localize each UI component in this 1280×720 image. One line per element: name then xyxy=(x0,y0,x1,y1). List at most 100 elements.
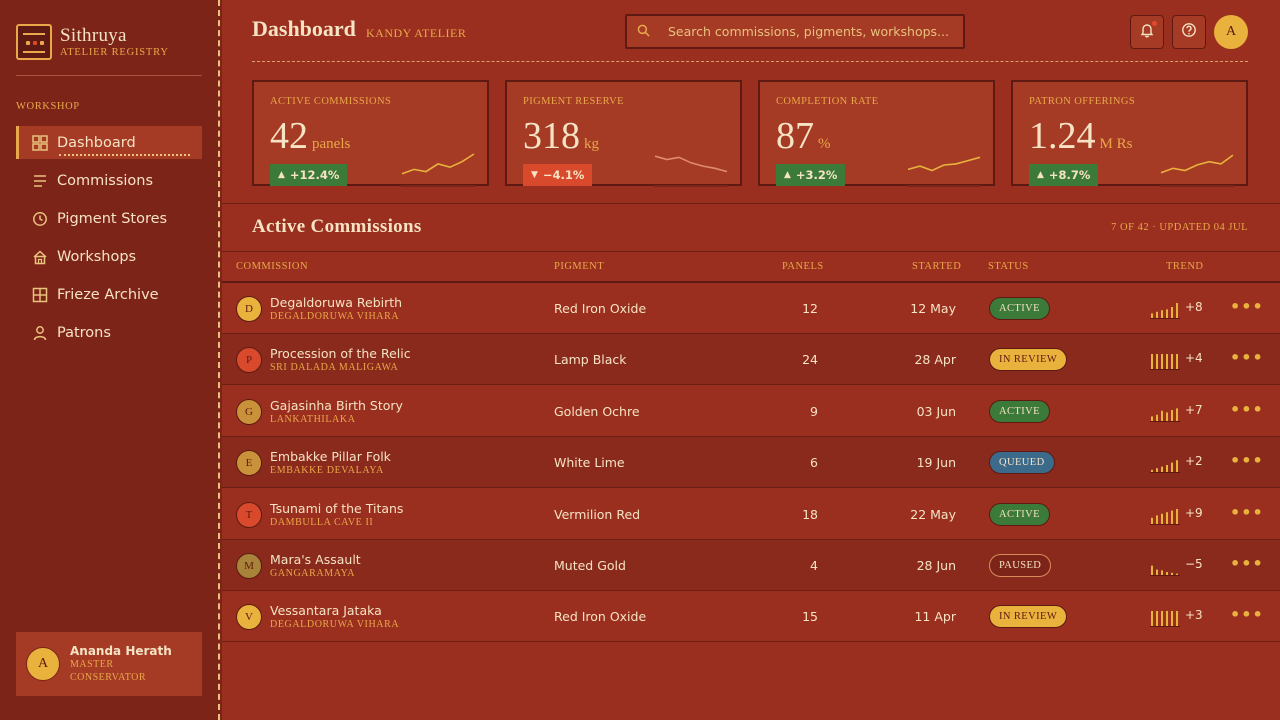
pigment-cell: Vermilion Red xyxy=(554,506,641,522)
avatar: T xyxy=(236,501,262,528)
sidebar-item-pigment-stores[interactable]: Pigment Stores xyxy=(16,202,202,235)
grid-icon xyxy=(32,134,48,151)
status-badge: ACTIVE xyxy=(989,502,1050,526)
avatar: D xyxy=(236,296,262,322)
stat-card-active-commissions[interactable]: ACTIVE COMMISSIONS 42 panels ▲ +12.4% xyxy=(252,80,489,187)
search-input[interactable]: Search commissions, pigments, workshops.… xyxy=(668,24,949,39)
commission-name[interactable]: Embakke Pillar Folk xyxy=(270,449,391,464)
clock-icon xyxy=(32,211,48,227)
trend-bar xyxy=(1176,303,1178,319)
trend-value: +8 xyxy=(1185,300,1203,314)
trend-bar xyxy=(1176,460,1178,474)
column-header-trend[interactable]: TREND xyxy=(1166,261,1204,272)
sparkline-path xyxy=(1160,154,1234,174)
trend-bar xyxy=(1176,354,1178,371)
header-divider xyxy=(252,61,1248,62)
list-icon xyxy=(32,173,48,189)
trend-bar xyxy=(1171,611,1173,628)
trend-bars xyxy=(1150,460,1180,474)
sidebar-item-frieze-archive[interactable]: Frieze Archive xyxy=(16,278,202,311)
more-options-icon[interactable]: ••• xyxy=(1230,605,1264,624)
more-options-icon[interactable]: ••• xyxy=(1230,554,1264,573)
avatar: E xyxy=(236,450,262,477)
trend-bar xyxy=(1151,565,1153,576)
commission-name[interactable]: Degaldoruwa Rebirth xyxy=(270,295,402,310)
avatar: G xyxy=(236,398,262,425)
brand[interactable]: Sithruya ATELIER REGISTRY xyxy=(16,24,169,60)
trend-bar xyxy=(1161,513,1163,525)
table-row[interactable]: M Mara's Assault GANGARAMAYA Muted Gold 4 28 … xyxy=(222,540,1280,591)
trend-bar xyxy=(1161,310,1163,319)
more-options-icon[interactable]: ••• xyxy=(1230,297,1264,316)
sidebar-item-commissions[interactable]: Commissions xyxy=(16,164,202,197)
stat-unit: M Rs xyxy=(1099,136,1133,152)
trend-bar xyxy=(1166,309,1168,319)
trend-value: −5 xyxy=(1185,557,1203,571)
table-row[interactable]: P Procession of the Relic SRI DALADA MALIG… xyxy=(222,334,1280,386)
trend-bar xyxy=(1171,462,1173,474)
stat-card-patron-offerings[interactable]: PATRON OFFERINGS 1.24 M Rs ▲ +8.7% xyxy=(1011,80,1248,187)
brand-divider xyxy=(16,75,202,76)
trend-bar xyxy=(1156,514,1158,525)
column-header-status[interactable]: STATUS xyxy=(988,261,1029,272)
trend-bar xyxy=(1161,611,1163,628)
section-title: Active Commissions xyxy=(252,216,422,237)
column-header-panels[interactable]: PANELS xyxy=(782,261,824,272)
table-row[interactable]: E Embakke Pillar Folk EMBAKKE DEVALAYA Whit… xyxy=(222,437,1280,489)
sparkline-path xyxy=(654,155,728,173)
panels-cell: 18 xyxy=(802,506,818,522)
trend-bar xyxy=(1151,354,1153,371)
user-name: Ananda Herath xyxy=(70,644,172,658)
commission-name[interactable]: Procession of the Relic xyxy=(270,346,411,361)
trend-bar xyxy=(1166,354,1168,371)
table-row[interactable]: D Degaldoruwa Rebirth DEGALDORUWA VIHARA Re… xyxy=(222,283,1280,334)
trend-bars xyxy=(1150,565,1180,576)
trend-bar xyxy=(1166,511,1168,525)
commission-site: DEGALDORUWA VIHARA xyxy=(270,311,400,322)
commission-name[interactable]: Gajasinha Birth Story xyxy=(270,398,403,413)
trend-bar xyxy=(1156,611,1158,628)
started-cell: 12 May xyxy=(910,301,956,316)
table-row[interactable]: G Gajasinha Birth Story LANKATHILAKA Golden… xyxy=(222,386,1280,437)
column-header-commission[interactable]: COMMISSION xyxy=(236,261,308,272)
commission-name[interactable]: Tsunami of the Titans xyxy=(270,501,403,516)
arrow-up-icon: ▲ xyxy=(278,170,285,180)
panels-cell: 4 xyxy=(810,558,818,573)
stat-card-pigment-reserve[interactable]: PIGMENT RESERVE 318 kg ▼ −4.1% xyxy=(505,80,742,187)
column-header-started[interactable]: STARTED xyxy=(912,261,961,272)
help-button[interactable] xyxy=(1172,15,1206,49)
commission-site: DAMBULLA CAVE II xyxy=(270,516,374,528)
more-options-icon[interactable]: ••• xyxy=(1230,451,1264,470)
arrow-up-icon: ▲ xyxy=(784,170,791,180)
trend-value: +2 xyxy=(1185,454,1203,469)
status-badge: IN REVIEW xyxy=(989,348,1068,372)
stat-value: 42 panels xyxy=(270,115,351,157)
commission-name[interactable]: Mara's Assault xyxy=(270,552,361,567)
arrow-up-icon: ▲ xyxy=(1037,170,1044,180)
status-badge: QUEUED xyxy=(989,451,1055,475)
notifications-button[interactable] xyxy=(1130,15,1164,49)
table-row[interactable]: T Tsunami of the Titans DAMBULLA CAVE II Ve… xyxy=(222,489,1280,540)
search-box[interactable]: Search commissions, pigments, workshops.… xyxy=(625,14,965,49)
more-options-icon[interactable]: ••• xyxy=(1230,348,1264,367)
sparkline xyxy=(1160,154,1234,187)
stat-unit: panels xyxy=(312,136,351,152)
column-header-pigment[interactable]: PIGMENT xyxy=(554,261,604,272)
sidebar-item-dashboard[interactable]: Dashboard xyxy=(16,126,202,159)
more-options-icon[interactable]: ••• xyxy=(1230,400,1264,419)
section-meta: 7 OF 42 · UPDATED 04 JUL xyxy=(1111,222,1248,233)
stat-unit: kg xyxy=(584,136,599,152)
started-cell: 28 Jun xyxy=(916,558,956,573)
more-options-icon[interactable]: ••• xyxy=(1230,503,1264,522)
stat-card-completion-rate[interactable]: COMPLETION RATE 87% ▲ +3.2% xyxy=(758,80,995,187)
avatar[interactable]: A xyxy=(1214,15,1248,49)
avatar: V xyxy=(236,604,262,631)
delta-badge: ▼ −4.1% xyxy=(523,164,593,186)
commission-name[interactable]: Vessantara Jataka xyxy=(270,603,382,618)
trend-bar xyxy=(1171,510,1173,525)
sidebar-item-patrons[interactable]: Patrons xyxy=(16,316,202,349)
trend-bar xyxy=(1176,508,1178,525)
table-row[interactable]: V Vessantara Jataka DEGALDORUWA VIHARA Red … xyxy=(222,591,1280,643)
sidebar-item-workshops[interactable]: Workshops xyxy=(16,240,202,273)
user-card[interactable]: A Ananda Herath MASTER CONSERVATOR xyxy=(16,632,202,696)
